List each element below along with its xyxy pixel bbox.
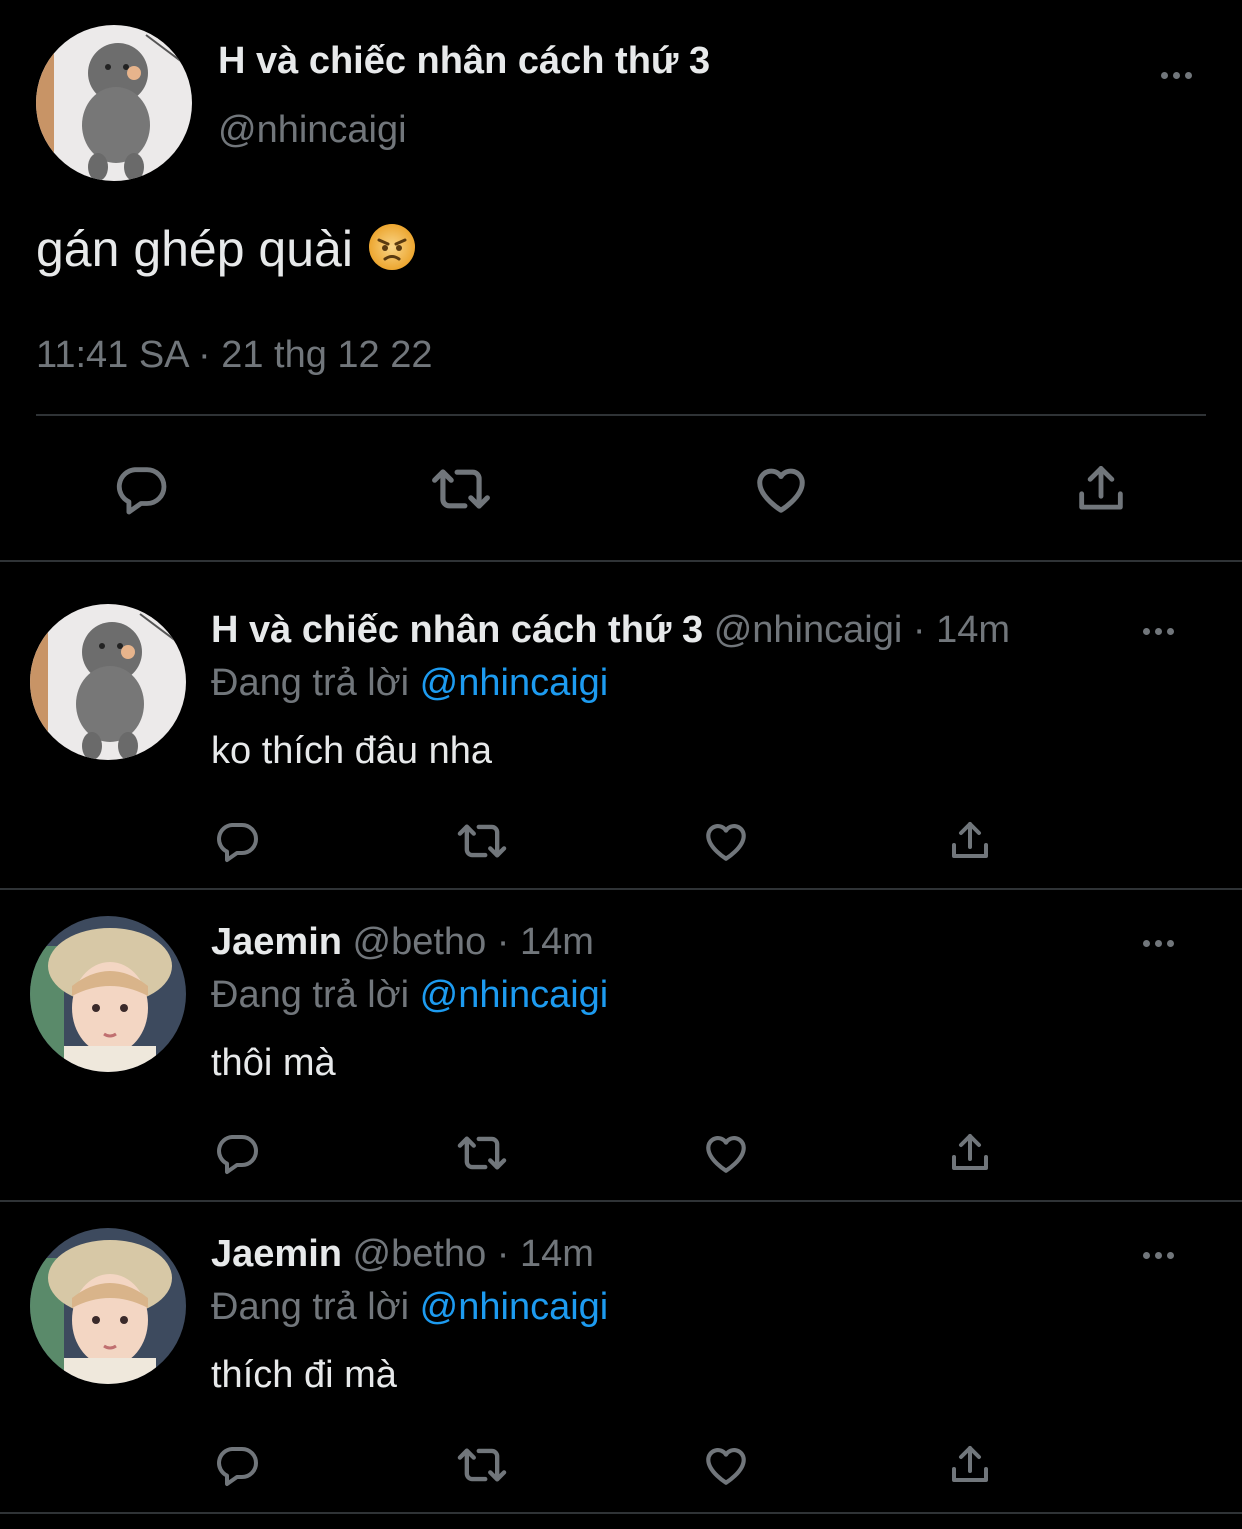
reply-text: ko thích đâu nha	[211, 730, 492, 772]
replying-mention[interactable]: @nhincaigi	[420, 1286, 609, 1328]
retweet-icon[interactable]	[454, 816, 510, 866]
main-tweet-text: gán ghép quài	[36, 220, 417, 278]
replying-prefix: Đang trả lời	[211, 974, 410, 1016]
divider	[0, 560, 1242, 562]
replying-prefix: Đang trả lời	[211, 662, 410, 704]
share-icon[interactable]	[945, 1440, 995, 1490]
more-icon[interactable]	[1143, 940, 1174, 947]
more-icon[interactable]	[1143, 1252, 1174, 1259]
angry-face-emoji-icon	[367, 222, 417, 272]
time[interactable]: 14m	[520, 921, 594, 963]
share-icon[interactable]	[945, 816, 995, 866]
display-name[interactable]: H và chiếc nhân cách thứ 3	[211, 609, 703, 651]
retweet-icon[interactable]	[454, 1440, 510, 1490]
replying-mention[interactable]: @nhincaigi	[420, 662, 609, 704]
time[interactable]: 14m	[936, 609, 1010, 651]
divider	[0, 1512, 1242, 1514]
time[interactable]: 14m	[520, 1233, 594, 1275]
replying-to: Đang trả lời @nhincaigi	[211, 1286, 608, 1329]
like-icon[interactable]	[750, 458, 812, 520]
main-handle[interactable]: @nhincaigi	[218, 109, 407, 152]
separator: ·	[496, 1233, 510, 1275]
like-icon[interactable]	[701, 816, 751, 866]
handle[interactable]: @nhincaigi	[714, 609, 903, 651]
replying-to: Đang trả lời @nhincaigi	[211, 974, 608, 1017]
more-icon[interactable]	[1161, 72, 1192, 79]
reply-icon[interactable]	[212, 1440, 262, 1490]
reply-icon[interactable]	[110, 458, 172, 520]
reply-header: Jaemin @betho · 14m	[211, 1233, 594, 1276]
avatar[interactable]	[30, 1228, 186, 1384]
display-name[interactable]: Jaemin	[211, 1233, 342, 1275]
avatar[interactable]	[30, 916, 186, 1072]
avatar[interactable]	[36, 25, 192, 181]
reply-icon[interactable]	[212, 816, 262, 866]
display-name[interactable]: Jaemin	[211, 921, 342, 963]
reply-icon[interactable]	[212, 1128, 262, 1178]
divider	[36, 414, 1206, 416]
share-icon[interactable]	[1070, 458, 1132, 520]
like-icon[interactable]	[701, 1440, 751, 1490]
handle[interactable]: @betho	[353, 1233, 487, 1275]
separator: ·	[912, 609, 926, 651]
like-icon[interactable]	[701, 1128, 751, 1178]
reply-text: thích đi mà	[211, 1354, 397, 1396]
handle[interactable]: @betho	[353, 921, 487, 963]
divider	[0, 888, 1242, 890]
replying-to: Đang trả lời @nhincaigi	[211, 662, 608, 705]
tweet-text: gán ghép quài	[36, 221, 353, 277]
reply-text: thôi mà	[211, 1042, 336, 1084]
separator: ·	[496, 921, 510, 963]
replying-prefix: Đang trả lời	[211, 1286, 410, 1328]
tweet-timestamp[interactable]: 11:41 SA · 21 thg 12 22	[36, 334, 433, 377]
share-icon[interactable]	[945, 1128, 995, 1178]
reply-header: H và chiếc nhân cách thứ 3 @nhincaigi · …	[211, 609, 1010, 652]
avatar[interactable]	[30, 604, 186, 760]
replying-mention[interactable]: @nhincaigi	[420, 974, 609, 1016]
reply-header: Jaemin @betho · 14m	[211, 921, 594, 964]
divider	[0, 1200, 1242, 1202]
more-icon[interactable]	[1143, 628, 1174, 635]
retweet-icon[interactable]	[428, 458, 494, 520]
retweet-icon[interactable]	[454, 1128, 510, 1178]
main-display-name[interactable]: H và chiếc nhân cách thứ 3	[218, 40, 710, 83]
